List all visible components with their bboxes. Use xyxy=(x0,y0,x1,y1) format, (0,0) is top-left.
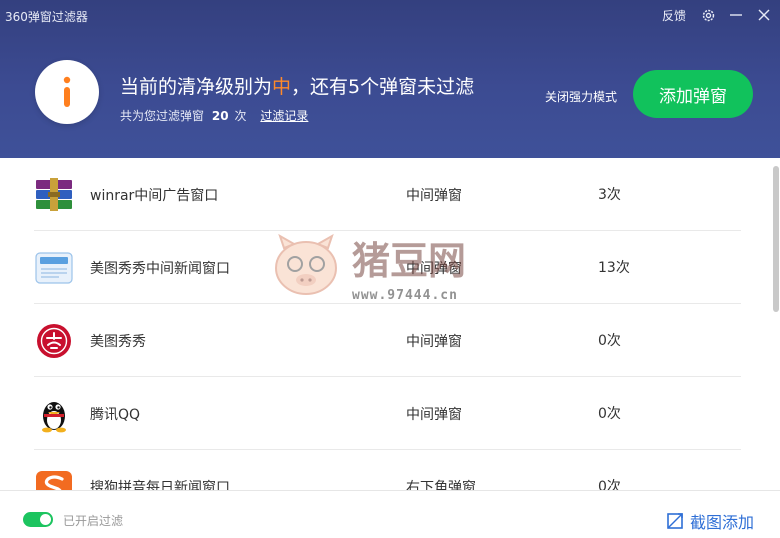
window-controls: 反馈 xyxy=(662,0,780,30)
app-title: 360弹窗过滤器 xyxy=(5,10,88,24)
popup-name: 美图秀秀 xyxy=(90,334,146,350)
list-item[interactable]: 美图秀秀 中间弹窗 0次 xyxy=(34,304,741,377)
settings-button[interactable] xyxy=(696,3,720,27)
close-button[interactable] xyxy=(752,3,776,27)
popup-list: winrar中间广告窗口 中间弹窗 3次 美图秀秀中间新闻窗口 中间弹窗 13次… xyxy=(0,158,780,490)
watermark-url: www.97444.cn xyxy=(352,288,458,303)
scrollbar-thumb[interactable] xyxy=(773,166,779,312)
list-item[interactable]: 腾讯QQ 中间弹窗 0次 xyxy=(34,377,741,450)
title-bar: 360弹窗过滤器 反馈 xyxy=(0,0,780,32)
info-icon xyxy=(63,76,71,107)
close-icon xyxy=(758,9,770,21)
status-prefix: 当前的清净级别为 xyxy=(120,76,273,98)
popup-count: 13次 xyxy=(598,260,630,276)
filter-state-label: 已开启过滤 xyxy=(63,514,124,528)
popup-type: 中间弹窗 xyxy=(406,188,462,204)
minimize-icon xyxy=(730,14,742,16)
popup-name: 美图秀秀中间新闻窗口 xyxy=(90,261,230,277)
popup-count: 0次 xyxy=(598,406,621,422)
toggle-knob xyxy=(40,514,51,525)
clean-level-status: 当前的清净级别为中，还有5个弹窗未过滤 xyxy=(120,72,474,99)
filter-log-link[interactable]: 过滤记录 xyxy=(260,109,308,123)
popup-type: 中间弹窗 xyxy=(406,407,462,423)
header: 360弹窗过滤器 反馈 当前的清净级别为中，还有5个弹窗未过滤 共为您过滤弹窗 … xyxy=(0,0,780,158)
popup-name: 搜狗拼音每日新闻窗口 xyxy=(90,480,230,490)
winrar-icon xyxy=(34,175,74,215)
status-suffix: ，还有5个弹窗未过滤 xyxy=(291,76,475,98)
list-item[interactable]: winrar中间广告窗口 中间弹窗 3次 xyxy=(34,158,741,231)
filtered-count: 20 xyxy=(211,109,229,123)
qq-icon xyxy=(34,394,74,434)
popup-name: winrar中间广告窗口 xyxy=(90,188,219,204)
filter-summary: 共为您过滤弹窗 20 次 过滤记录 xyxy=(120,107,308,124)
list-item[interactable]: 搜狗拼音每日新闻窗口 右下角弹窗 0次 xyxy=(34,450,741,490)
clean-level: 中 xyxy=(272,76,292,98)
meitu-news-icon xyxy=(34,248,74,288)
screenshot-add-label: 截图添加 xyxy=(690,513,755,532)
popup-type: 右下角弹窗 xyxy=(406,480,476,490)
popup-type: 中间弹窗 xyxy=(406,334,462,350)
popup-count: 3次 xyxy=(598,187,621,203)
summary-unit: 次 xyxy=(234,109,247,123)
close-strong-mode-link[interactable]: 关闭强力模式 xyxy=(545,88,617,105)
footer: 已开启过滤 截图添加 xyxy=(0,490,780,538)
filter-toggle[interactable] xyxy=(23,512,53,527)
popup-count: 0次 xyxy=(598,479,621,490)
summary-prefix: 共为您过滤弹窗 xyxy=(120,109,205,123)
screenshot-add-button[interactable]: 截图添加 xyxy=(666,509,754,533)
feedback-link[interactable]: 反馈 xyxy=(662,7,686,24)
info-badge xyxy=(35,60,99,124)
gear-icon xyxy=(702,9,714,21)
watermark: 猪豆网 www.97444.cn xyxy=(270,230,510,310)
popup-name: 腾讯QQ xyxy=(90,407,141,423)
popup-count: 0次 xyxy=(598,333,621,349)
crop-icon xyxy=(667,513,683,529)
meitu-icon xyxy=(34,321,74,361)
sogou-icon xyxy=(34,467,74,490)
add-popup-button[interactable]: 添加弹窗 xyxy=(633,70,753,118)
minimize-button[interactable] xyxy=(724,3,748,27)
watermark-brand: 猪豆网 xyxy=(352,239,467,283)
